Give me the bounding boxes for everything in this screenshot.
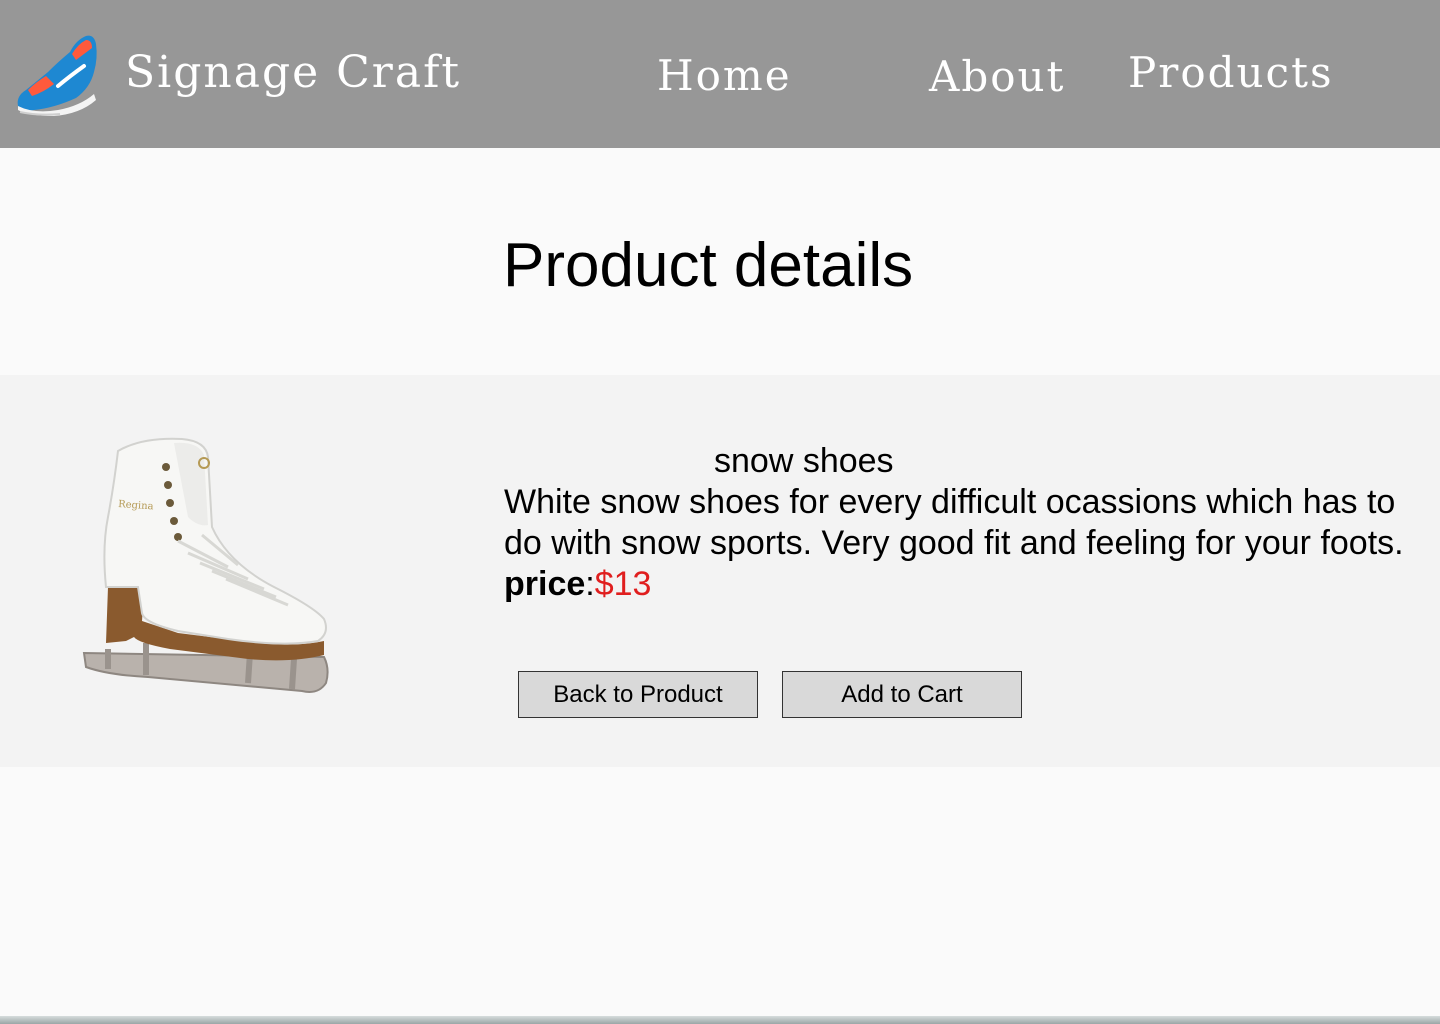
nav-link-home[interactable]: Home [657,50,792,102]
nav-link-products[interactable]: Products [1128,47,1334,99]
product-detail-panel: Regina snow shoes White snow shoes for e… [0,375,1440,767]
price-line: price:$13 [504,564,1416,605]
product-info: snow shoes White snow shoes for every di… [504,441,1416,605]
back-to-product-button[interactable]: Back to Product [518,671,758,718]
sneaker-logo-icon[interactable] [14,32,102,116]
top-navbar: Signage Craft Home About Products [0,0,1440,148]
page-title: Product details [503,231,914,300]
price-separator: : [585,565,595,603]
bottom-edge-bar [0,1016,1440,1024]
price-label: price [504,565,586,603]
nav-link-about[interactable]: About [929,51,1065,103]
product-description: White snow shoes for every difficult oca… [504,483,1404,562]
brand-name[interactable]: Signage Craft [125,46,461,100]
product-name: snow shoes [714,442,894,480]
ice-skate-image: Regina [82,437,329,693]
add-to-cart-button[interactable]: Add to Cart [782,671,1022,718]
price-value: $13 [594,565,652,603]
